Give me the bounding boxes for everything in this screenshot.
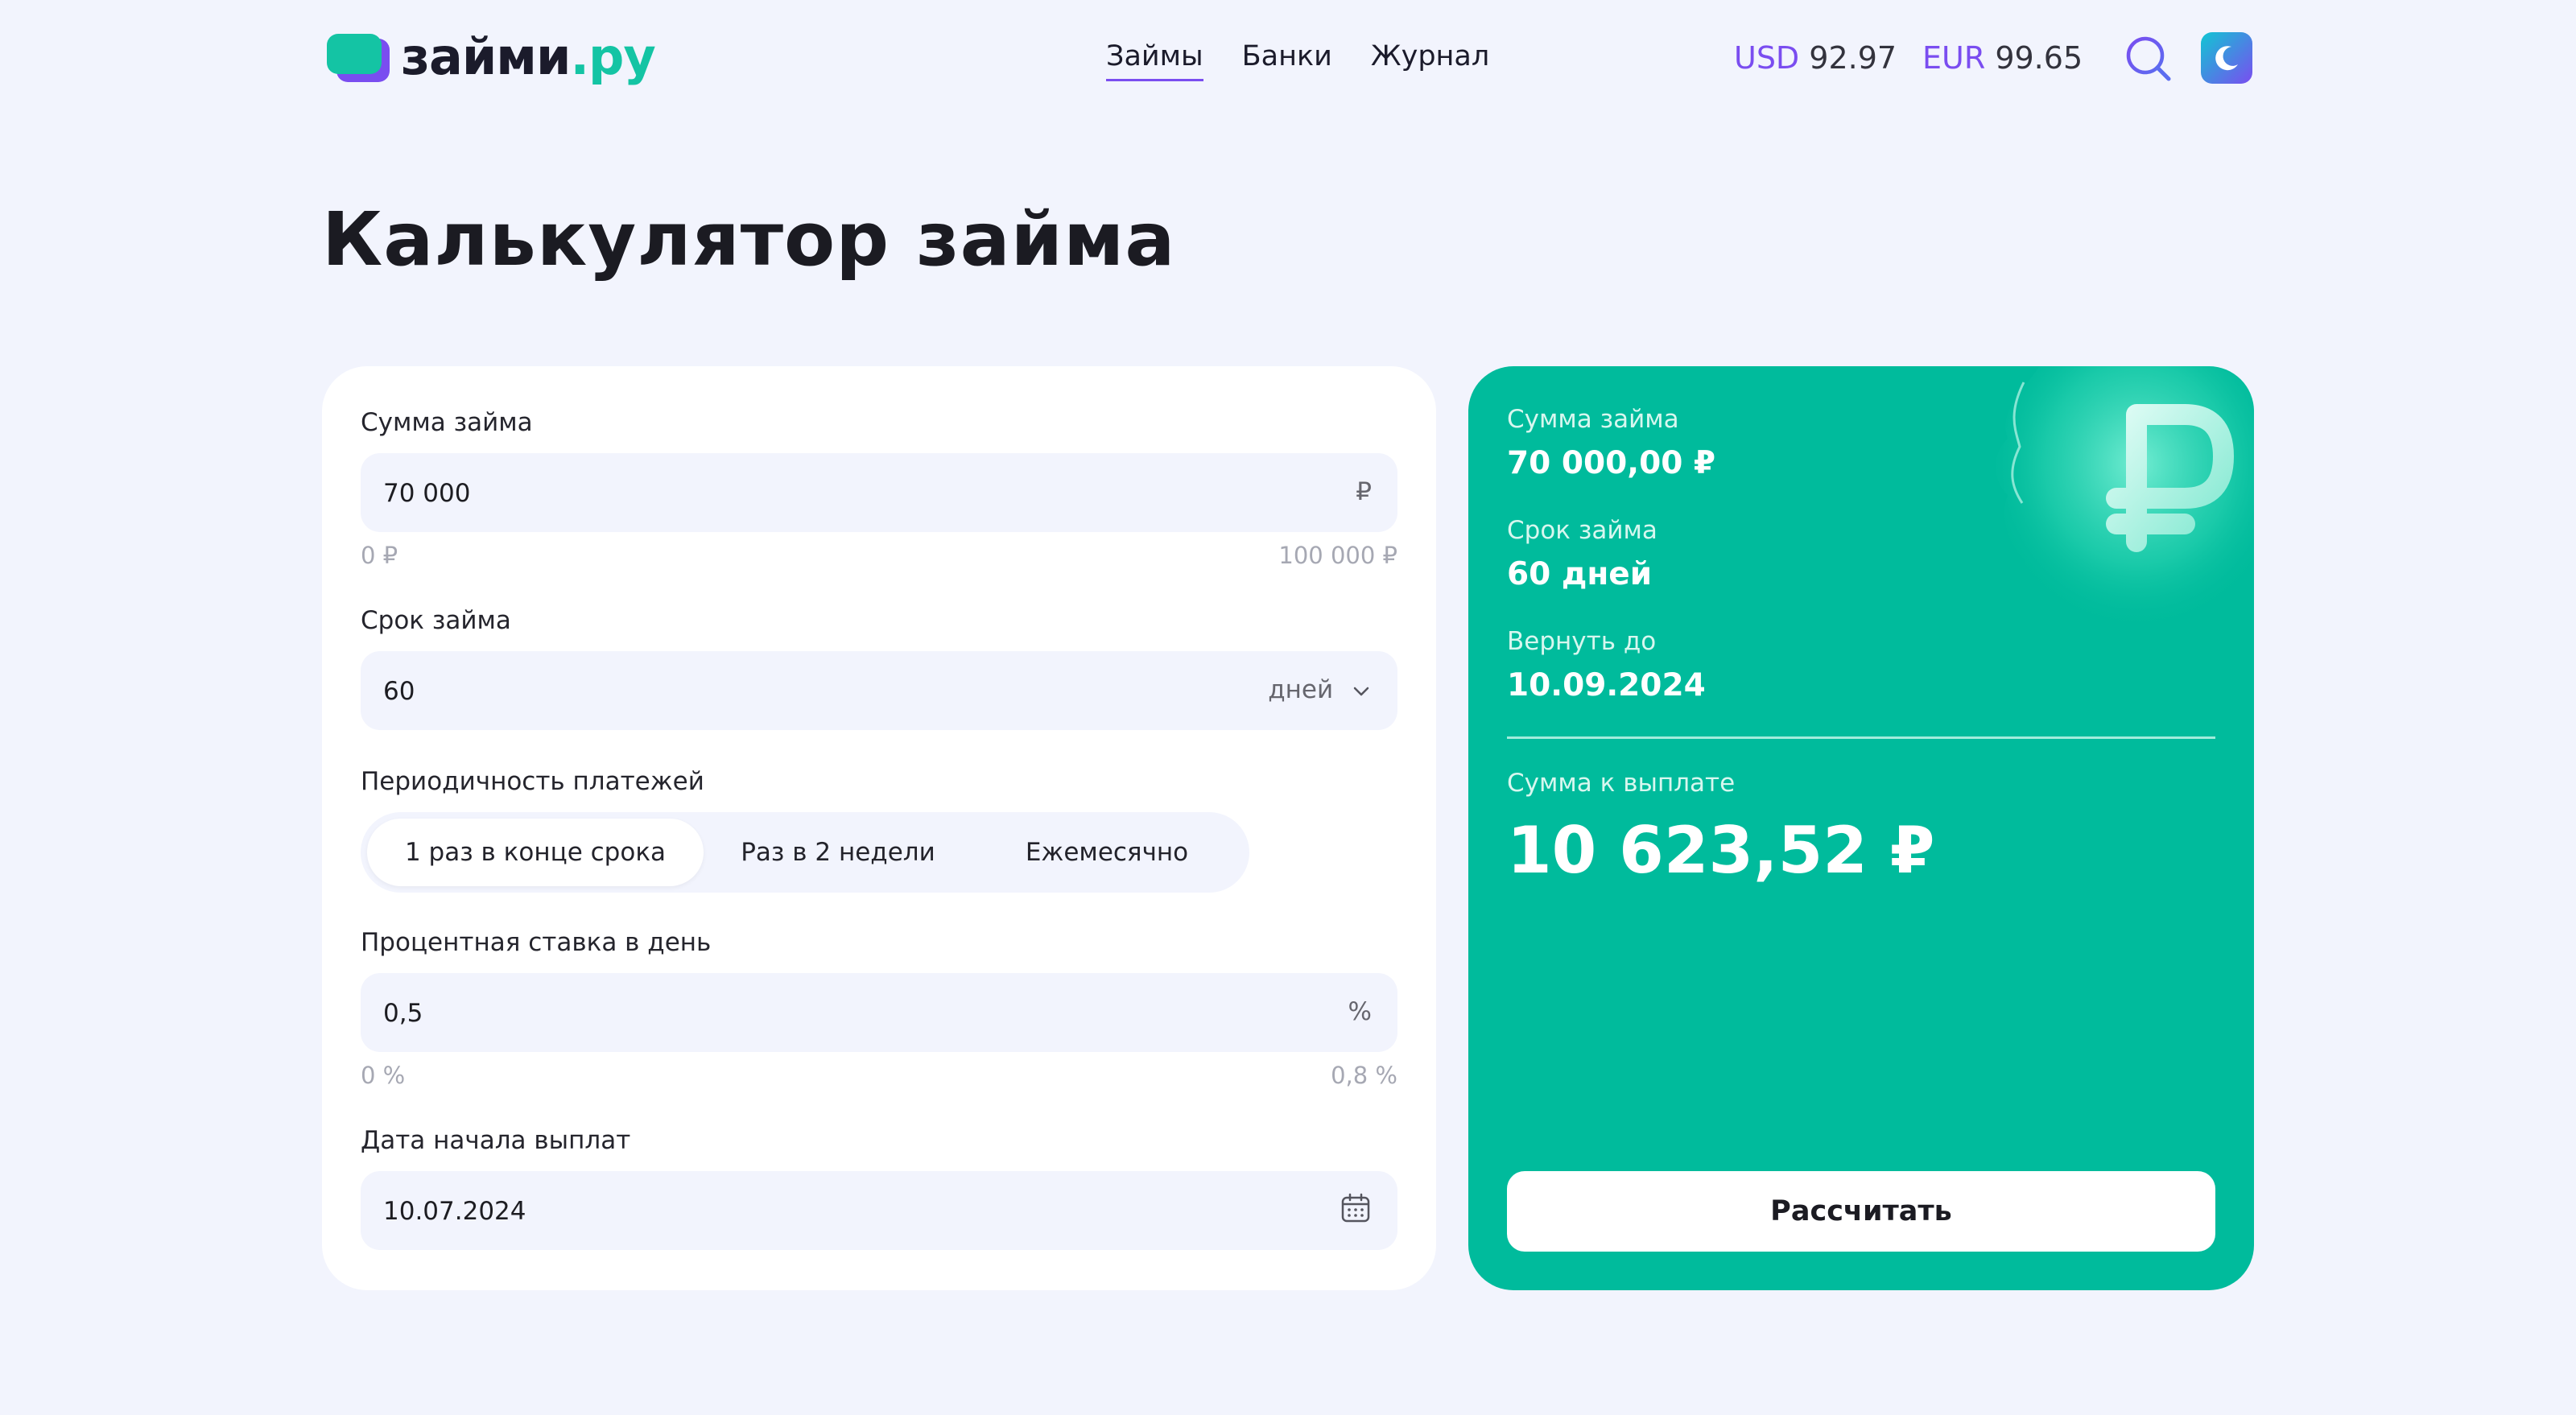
calculate-button[interactable]: Рассчитать — [1507, 1171, 2215, 1252]
main-nav: Займы Банки Журнал — [1106, 40, 1528, 81]
calendar-button[interactable] — [1340, 1192, 1372, 1231]
search-button[interactable] — [2124, 34, 2174, 84]
result-amount-value: 70 000,00 ₽ — [1507, 445, 1716, 481]
total-value: 10 623,52 ₽ — [1507, 813, 1935, 888]
rate-input[interactable]: 0,5 % — [361, 973, 1397, 1052]
moon-icon — [2215, 46, 2238, 71]
result-return-label: Вернуть до — [1507, 627, 1657, 656]
page-title: Калькулятор займа — [322, 196, 1176, 283]
nav-item-loans[interactable]: Займы — [1106, 40, 1203, 81]
eur-rate: EUR 99.65 — [1922, 40, 2083, 76]
amount-max: 100 000 ₽ — [1278, 542, 1397, 569]
rate-value: 0,5 — [383, 999, 423, 1028]
logo-text: займи.ру — [401, 27, 656, 86]
term-unit-select[interactable]: дней — [1268, 675, 1372, 704]
ruble-coin-icon — [1996, 366, 2254, 646]
term-unit: дней — [1268, 675, 1334, 704]
frequency-option-end[interactable]: 1 раз в конце срока — [367, 819, 704, 886]
result-term-value: 60 дней — [1507, 556, 1653, 592]
start-date-label: Дата начала выплат — [361, 1126, 631, 1155]
result-term-label: Срок займа — [1507, 516, 1657, 545]
theme-toggle-button[interactable] — [2201, 32, 2252, 84]
loan-form-card: Сумма займа 70 000 ₽ 0 ₽ 100 000 ₽ Срок … — [322, 366, 1436, 1290]
result-divider — [1507, 736, 2215, 739]
frequency-selector: 1 раз в конце срока Раз в 2 недели Ежеме… — [361, 812, 1249, 893]
frequency-option-monthly[interactable]: Ежемесячно — [972, 819, 1241, 886]
site-header: займи.ру Займы Банки Журнал USD 92.97 EU… — [0, 0, 2576, 121]
amount-value: 70 000 — [383, 479, 471, 508]
search-icon — [2126, 36, 2171, 81]
start-date-input[interactable]: 10.07.2024 — [361, 1171, 1397, 1250]
term-value: 60 — [383, 677, 415, 706]
logo-icon — [327, 31, 390, 84]
site-logo[interactable]: займи.ру — [327, 27, 656, 86]
result-amount-label: Сумма займа — [1507, 405, 1679, 434]
term-label: Срок займа — [361, 606, 511, 635]
total-label: Сумма к выплате — [1507, 769, 1736, 798]
chevron-down-icon — [1353, 687, 1369, 695]
start-date-value: 10.07.2024 — [383, 1197, 526, 1226]
amount-min: 0 ₽ — [361, 542, 398, 569]
frequency-label: Периодичность платежей — [361, 767, 704, 796]
frequency-option-biweekly[interactable]: Раз в 2 недели — [704, 819, 972, 886]
ruble-sign: ₽ — [1356, 477, 1372, 506]
calendar-icon — [1341, 1193, 1370, 1223]
rate-label: Процентная ставка в день — [361, 928, 712, 957]
rate-max: 0,8 % — [1331, 1062, 1397, 1089]
loan-result-card: Сумма займа 70 000,00 ₽ Срок займа 60 дн… — [1468, 366, 2254, 1290]
usd-rate: USD 92.97 — [1734, 40, 1897, 76]
percent-sign: % — [1348, 997, 1372, 1026]
term-input[interactable]: 60 дней — [361, 651, 1397, 730]
amount-label: Сумма займа — [361, 408, 533, 437]
result-return-value: 10.09.2024 — [1507, 667, 1706, 703]
nav-item-banks[interactable]: Банки — [1242, 40, 1332, 81]
rate-min: 0 % — [361, 1062, 406, 1089]
amount-input[interactable]: 70 000 ₽ — [361, 453, 1397, 532]
nav-item-journal[interactable]: Журнал — [1371, 40, 1489, 81]
